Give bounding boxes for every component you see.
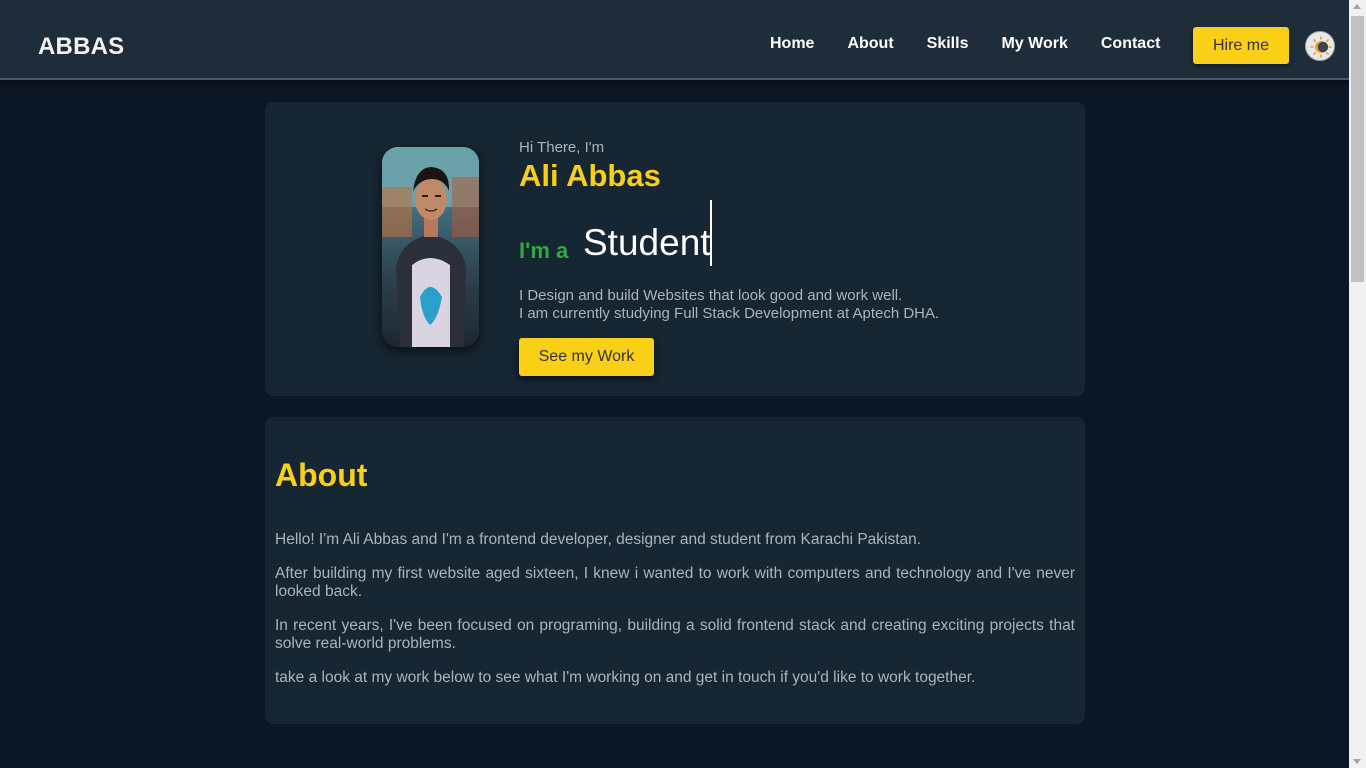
nav-link-about[interactable]: About: [847, 35, 893, 53]
typed-role-text: Student: [583, 222, 711, 263]
about-section: About Hello! I'm Ali Abbas and I'm a fro…: [265, 417, 1085, 724]
page-scrollbar[interactable]: [1349, 0, 1366, 768]
profile-photo: [382, 147, 479, 347]
nav-link-skills[interactable]: Skills: [927, 35, 969, 53]
about-paragraph: take a look at my work below to see what…: [275, 669, 976, 686]
brand-logo[interactable]: ABBAS: [38, 33, 124, 61]
hero-greeting: Hi There, I'm: [519, 139, 605, 156]
tagline-line-1: I Design and build Websites that look go…: [519, 287, 903, 304]
nav-link-contact[interactable]: Contact: [1101, 35, 1161, 53]
see-my-work-button[interactable]: See my Work: [519, 338, 654, 376]
hero-section: Hi There, I'm Ali Abbas I'm a Student I …: [265, 102, 1085, 396]
nav-link-home[interactable]: Home: [770, 35, 814, 53]
about-title: About: [275, 457, 368, 493]
hero-tagline: I Design and build Websites that look go…: [519, 287, 939, 323]
hire-me-button[interactable]: Hire me: [1193, 27, 1289, 64]
role-prefix: I'm a: [519, 238, 569, 263]
profile-photo-image: [382, 147, 479, 347]
theme-toggle-button[interactable]: [1305, 31, 1335, 61]
nav-link-my-work[interactable]: My Work: [1001, 35, 1067, 53]
tagline-line-2: I am currently studying Full Stack Devel…: [519, 305, 940, 322]
scroll-down-arrow-icon[interactable]: [1353, 759, 1361, 764]
about-paragraph: In recent years, I've been focused on pr…: [275, 617, 1075, 652]
about-paragraph: Hello! I'm Ali Abbas and I'm a frontend …: [275, 531, 922, 548]
typing-caret: [710, 200, 712, 266]
about-body: Hello! I'm Ali Abbas and I'm a frontend …: [275, 531, 1075, 703]
nav-links: Home About Skills My Work Contact: [770, 35, 1193, 53]
scrollbar-thumb[interactable]: [1351, 16, 1364, 282]
scroll-up-arrow-icon[interactable]: [1353, 4, 1361, 9]
navbar: ABBAS Home About Skills My Work Contact …: [0, 0, 1349, 80]
theme-toggle-icon: [1310, 36, 1332, 58]
hero-name: Ali Abbas: [519, 158, 661, 193]
about-paragraph: After building my first website aged six…: [275, 565, 1075, 600]
